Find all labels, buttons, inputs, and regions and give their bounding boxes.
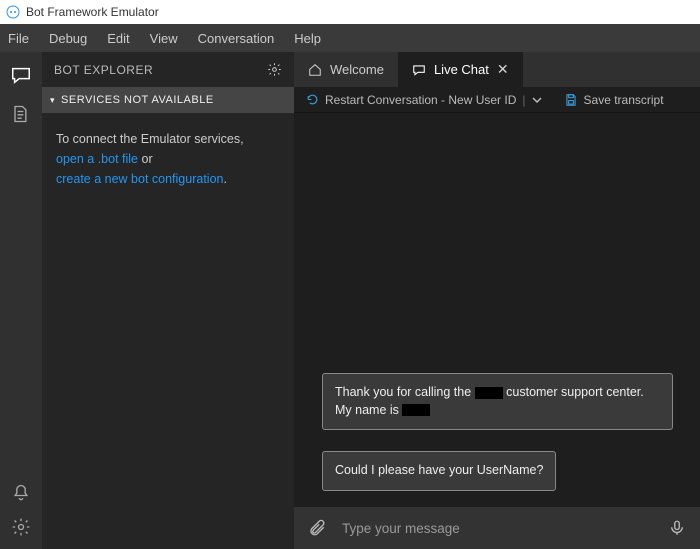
- services-section-header[interactable]: ▾ SERVICES NOT AVAILABLE: [42, 87, 294, 113]
- restart-conversation-button[interactable]: Restart Conversation - New User ID |: [306, 93, 542, 107]
- services-msg-dot: .: [223, 172, 226, 186]
- save-transcript-button[interactable]: Save transcript: [564, 93, 664, 107]
- app-logo-icon: [6, 5, 20, 19]
- menu-help[interactable]: Help: [294, 31, 321, 46]
- bot-message-text: Thank you for calling the: [335, 385, 475, 399]
- services-section-label: SERVICES NOT AVAILABLE: [61, 94, 214, 106]
- bot-message: Could I please have your UserName?: [322, 451, 556, 491]
- chat-area: Thank you for calling the customer suppo…: [294, 113, 700, 507]
- services-msg-text: To connect the Emulator services,: [56, 132, 244, 146]
- redacted-text: [402, 404, 430, 416]
- close-icon[interactable]: ✕: [497, 61, 509, 78]
- chat-icon: [412, 63, 426, 77]
- tab-welcome-label: Welcome: [330, 62, 384, 77]
- services-message: To connect the Emulator services, open a…: [42, 113, 294, 205]
- tab-live-chat-label: Live Chat: [434, 62, 489, 77]
- titlebar: Bot Framework Emulator: [0, 0, 700, 24]
- microphone-icon[interactable]: [668, 519, 686, 537]
- chat-icon[interactable]: [10, 64, 32, 86]
- app-title: Bot Framework Emulator: [26, 5, 159, 19]
- tab-bar: Welcome Live Chat ✕: [294, 52, 700, 87]
- activity-bar: [0, 52, 42, 549]
- main-area: Welcome Live Chat ✕ Restart Conversation…: [294, 52, 700, 549]
- menu-debug[interactable]: Debug: [49, 31, 87, 46]
- chevron-down-icon[interactable]: [532, 95, 542, 105]
- redacted-text: [475, 387, 503, 399]
- bot-message-text: Could I please have your UserName?: [335, 463, 543, 477]
- message-composer: [294, 507, 700, 549]
- gear-icon[interactable]: [267, 62, 282, 77]
- tab-live-chat[interactable]: Live Chat ✕: [398, 52, 523, 87]
- tab-welcome[interactable]: Welcome: [294, 52, 398, 87]
- menu-conversation[interactable]: Conversation: [198, 31, 275, 46]
- side-panel: BOT EXPLORER ▾ SERVICES NOT AVAILABLE To…: [42, 52, 294, 549]
- attachment-icon[interactable]: [308, 519, 326, 537]
- document-icon[interactable]: [10, 104, 30, 124]
- services-msg-or: or: [138, 152, 153, 166]
- menu-view[interactable]: View: [150, 31, 178, 46]
- bell-icon[interactable]: [11, 483, 31, 503]
- dropdown-divider: |: [522, 93, 525, 107]
- restart-icon: [306, 93, 319, 106]
- gear-icon[interactable]: [11, 517, 31, 537]
- message-input[interactable]: [342, 521, 652, 536]
- save-icon: [564, 93, 578, 107]
- menu-edit[interactable]: Edit: [107, 31, 129, 46]
- menubar: File Debug Edit View Conversation Help: [0, 24, 700, 52]
- restart-label: Restart Conversation - New User ID: [325, 93, 516, 107]
- create-bot-config-link[interactable]: create a new bot configuration: [56, 172, 223, 186]
- bot-message: Thank you for calling the customer suppo…: [322, 373, 673, 430]
- home-icon: [308, 63, 322, 77]
- chat-toolbar: Restart Conversation - New User ID | Sav…: [294, 87, 700, 113]
- menu-file[interactable]: File: [8, 31, 29, 46]
- side-panel-title: BOT EXPLORER: [54, 63, 153, 77]
- chevron-down-icon: ▾: [50, 95, 55, 106]
- save-transcript-label: Save transcript: [584, 93, 664, 107]
- open-bot-file-link[interactable]: open a .bot file: [56, 152, 138, 166]
